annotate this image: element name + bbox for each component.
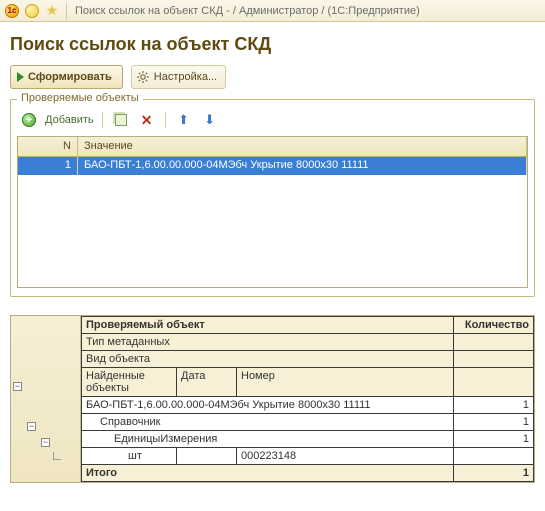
favorite-icon[interactable]: ★ [44, 3, 60, 19]
page-title: Поиск ссылок на объект СКД [10, 34, 535, 55]
total-qty: 1 [454, 465, 534, 482]
add-button-label[interactable]: Добавить [45, 114, 94, 126]
tree-collapse-icon[interactable]: − [41, 438, 50, 447]
header-number: Номер [237, 368, 454, 397]
cell-type: Справочник [82, 414, 454, 431]
fieldset-legend: Проверяемые объекты [17, 92, 143, 104]
table-row[interactable]: БАО-ПБТ-1,6.00.00.000-04МЭбч Укрытие 800… [82, 397, 534, 414]
tree-line-icon [53, 452, 61, 460]
nav-back-icon[interactable] [24, 3, 40, 19]
generate-button[interactable]: Сформировать [10, 65, 123, 89]
cell-number: 000223148 [237, 448, 454, 465]
play-icon [17, 72, 24, 82]
separator [66, 3, 67, 19]
arrow-up-icon: ⬆ [178, 112, 189, 128]
cell-date [177, 448, 237, 465]
separator [102, 112, 103, 128]
table-row[interactable]: шт 000223148 [82, 448, 534, 465]
cell-qty: 1 [454, 431, 534, 448]
cell-object: БАО-ПБТ-1,6.00.00.000-04МЭбч Укрытие 800… [82, 397, 454, 414]
cell-qty [454, 448, 534, 465]
objects-grid[interactable]: N Значение 1 БАО-ПБТ-1,6.00.00.000-04МЭб… [17, 136, 528, 288]
copy-icon [115, 114, 127, 126]
empty [454, 351, 534, 368]
tree-gutter: − − − [11, 316, 81, 482]
plus-icon: + [22, 113, 36, 127]
header-qty: Количество [454, 317, 534, 334]
header-found: Найденные объекты [82, 368, 177, 397]
fieldset-toolbar: + Добавить ✕ ⬆ ⬇ [19, 110, 528, 130]
arrow-down-icon: ⬇ [204, 112, 215, 128]
table-row[interactable]: ЕдиницыИзмерения 1 [82, 431, 534, 448]
main-toolbar: Сформировать Настройка... [10, 65, 535, 89]
move-down-button[interactable]: ⬇ [200, 110, 220, 130]
report-table[interactable]: Проверяемый объект Количество Тип метада… [81, 316, 534, 482]
gear-icon [136, 70, 150, 84]
header-type: Тип метаданных [82, 334, 454, 351]
cell-qty: 1 [454, 414, 534, 431]
col-n[interactable]: N [18, 137, 78, 156]
separator [165, 112, 166, 128]
header-date: Дата [177, 368, 237, 397]
cell-kind: ЕдиницыИзмерения [82, 431, 454, 448]
settings-button-label: Настройка... [154, 71, 217, 83]
add-button[interactable]: + [19, 110, 39, 130]
move-up-button[interactable]: ⬆ [174, 110, 194, 130]
header-object: Проверяемый объект [82, 317, 454, 334]
table-row[interactable]: 1 БАО-ПБТ-1,6.00.00.000-04МЭбч Укрытие 8… [18, 157, 527, 175]
table-row[interactable]: Справочник 1 [82, 414, 534, 431]
checked-objects-fieldset: Проверяемые объекты + Добавить ✕ ⬆ ⬇ N З… [10, 99, 535, 297]
grid-header: N Значение [18, 137, 527, 157]
generate-button-label: Сформировать [28, 71, 112, 83]
app-icon: 1c [4, 3, 20, 19]
titlebar: 1c ★ Поиск ссылок на объект СКД - / Адми… [0, 0, 545, 22]
total-label: Итого [82, 465, 454, 482]
tree-collapse-icon[interactable]: − [27, 422, 36, 431]
cell-n: 1 [18, 157, 78, 175]
empty [454, 368, 534, 397]
empty [454, 334, 534, 351]
delete-icon: ✕ [141, 112, 153, 129]
tree-collapse-icon[interactable]: − [13, 382, 22, 391]
cell-qty: 1 [454, 397, 534, 414]
col-value[interactable]: Значение [78, 137, 527, 156]
delete-button[interactable]: ✕ [137, 110, 157, 130]
report-area: − − − Проверяемый объект Количество Тип … [10, 315, 535, 483]
cell-item: шт [82, 448, 177, 465]
window-title: Поиск ссылок на объект СКД - / Администр… [75, 5, 420, 17]
header-kind: Вид объекта [82, 351, 454, 368]
total-row[interactable]: Итого 1 [82, 465, 534, 482]
copy-button[interactable] [111, 110, 131, 130]
settings-button[interactable]: Настройка... [131, 65, 226, 89]
cell-value: БАО-ПБТ-1,6.00.00.000-04МЭбч Укрытие 800… [78, 157, 527, 175]
